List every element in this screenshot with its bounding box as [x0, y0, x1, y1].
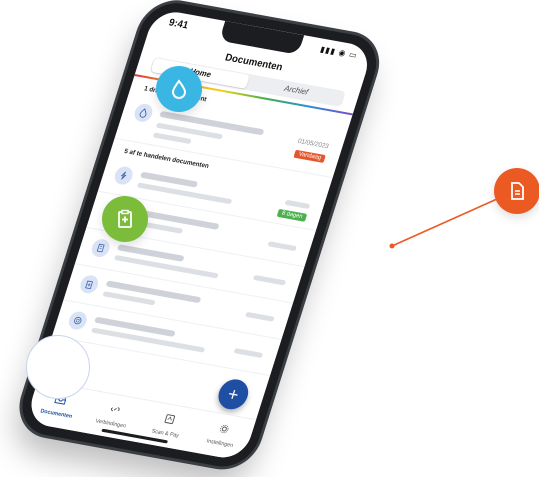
status-badge: 8 dagen [276, 208, 308, 222]
scan-icon [164, 414, 176, 425]
droplet-icon [171, 79, 187, 99]
status-time: 9:41 [167, 17, 190, 32]
status-icons: ▮▮▮ ◉ ▭ [319, 44, 359, 61]
add-document-button[interactable]: + [214, 377, 253, 412]
nav-label: Documenten [39, 408, 73, 420]
link-icon [110, 407, 120, 412]
phone-mockup: 9:41 ▮▮▮ ◉ ▭ Documenten Home Archief 1 d… [13, 0, 385, 472]
droplet-icon [132, 102, 155, 124]
document-icon [511, 182, 524, 200]
status-badge: Vandaag [293, 149, 326, 164]
callout-document [494, 168, 539, 214]
building-icon [89, 237, 112, 259]
clipboard-medical-icon [118, 209, 132, 228]
placeholder-bar [284, 199, 311, 210]
app-screen: 9:41 ▮▮▮ ◉ ▭ Documenten Home Archief 1 d… [24, 8, 374, 462]
phone-notch [219, 20, 305, 55]
nav-label: Instellingen [205, 438, 234, 449]
callout-clipboard [102, 196, 148, 242]
nav-instellingen[interactable]: Instellingen [188, 410, 256, 461]
placeholder-bar [152, 132, 192, 145]
callout-droplet [156, 66, 202, 112]
gear-icon [220, 424, 229, 434]
placeholder-bar [233, 348, 264, 359]
due-date: 01/05/2023 [296, 137, 330, 151]
placeholder-bar [252, 274, 287, 286]
lightning-icon [112, 165, 135, 186]
placeholder-bar [267, 241, 298, 252]
clipboard-medical-icon [77, 274, 101, 295]
placeholder-bar [244, 311, 275, 322]
seal-icon [66, 310, 90, 331]
callout-empty [26, 335, 90, 399]
marketing-illustration: 9:41 ▮▮▮ ◉ ▭ Documenten Home Archief 1 d… [0, 0, 539, 477]
